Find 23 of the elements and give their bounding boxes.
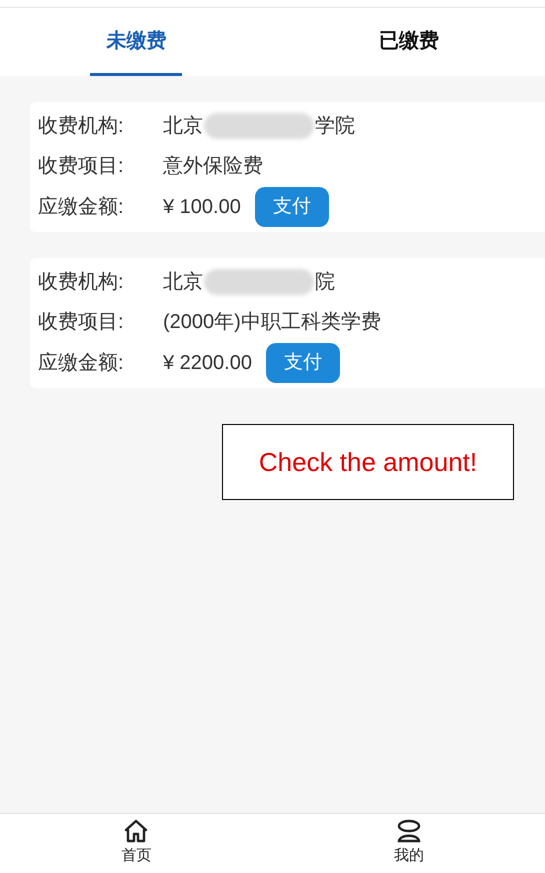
amount-value: ¥ 2200.00 — [163, 351, 252, 376]
user-icon — [396, 819, 422, 844]
amount-value: ¥ 100.00 — [163, 195, 241, 220]
field-value: 意外保险费 — [163, 154, 263, 179]
nav-item[interactable]: 首页 — [121, 814, 152, 873]
field-label: 收费项目: — [38, 154, 125, 179]
field-label: 收费项目: — [38, 310, 125, 335]
field-value: (2000年)中职工科类学费 — [163, 310, 381, 335]
tab[interactable]: 已缴费 — [362, 8, 455, 76]
field-label: 应缴金额: — [38, 351, 125, 376]
pay-button[interactable]: 支付 — [266, 343, 340, 383]
field-value: 北京 — [163, 114, 203, 139]
home-icon — [123, 819, 150, 844]
annotation-note: Check the amount! — [222, 424, 514, 500]
nav-item[interactable]: 我的 — [394, 814, 424, 873]
field-value: 院 — [315, 270, 335, 295]
field-label: 应缴金额: — [38, 195, 125, 220]
field-label: 收费机构: — [38, 270, 125, 295]
field-value: 学院 — [315, 114, 355, 139]
field-label: 收费机构: — [38, 114, 125, 139]
pay-button[interactable]: 支付 — [254, 187, 329, 227]
field-value: 北京 — [163, 270, 203, 295]
tab[interactable]: 未缴费 — [90, 8, 182, 76]
